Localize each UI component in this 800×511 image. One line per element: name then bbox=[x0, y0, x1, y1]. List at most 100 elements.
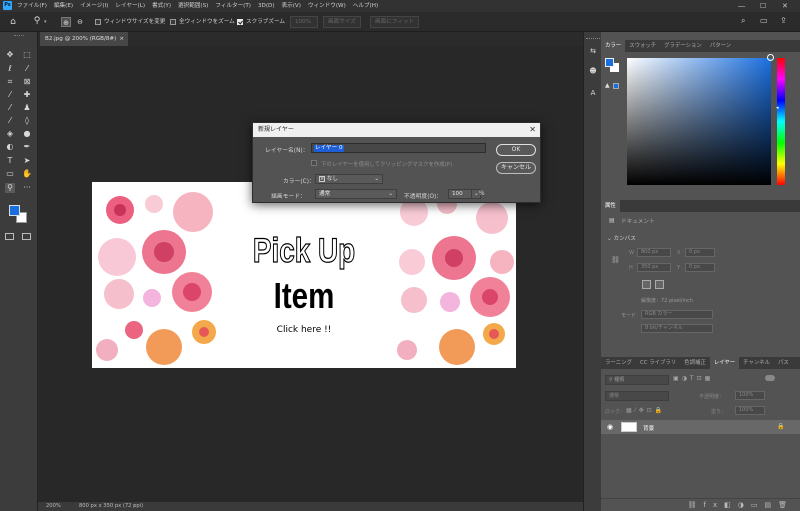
pen-tool-icon[interactable]: ✒ bbox=[22, 142, 32, 152]
lasso-tool-icon[interactable]: ℓ bbox=[5, 64, 15, 74]
color-panel-tab[interactable]: グラデーション bbox=[660, 40, 706, 52]
menu-item[interactable]: レイヤー(L) bbox=[115, 0, 145, 12]
layer-blend-mode-select[interactable]: 通常 bbox=[605, 391, 669, 401]
frame-tool-icon[interactable]: ⊠ bbox=[22, 77, 32, 87]
y-field[interactable]: 0 px bbox=[685, 263, 715, 272]
layers-panel-tab[interactable]: パス bbox=[774, 357, 793, 369]
zoom-tool-active-icon[interactable]: ⚲ bbox=[5, 183, 15, 193]
home-icon[interactable]: ⌂ bbox=[8, 17, 18, 27]
history-panel-icon[interactable]: ⇆ bbox=[588, 46, 598, 56]
hue-slider[interactable] bbox=[777, 58, 785, 185]
close-icon[interactable]: ✕ bbox=[782, 0, 788, 12]
character-panel-icon[interactable]: ☻ bbox=[588, 66, 598, 76]
hand-tool-icon[interactable]: ✋ bbox=[22, 169, 32, 179]
ok-button[interactable]: OK bbox=[496, 144, 536, 156]
color-panel-tab[interactable]: パターン bbox=[706, 40, 735, 52]
blur-tool-icon[interactable]: ● bbox=[22, 129, 32, 139]
orientation-portrait-icon[interactable] bbox=[642, 280, 651, 289]
menu-item[interactable]: 書式(Y) bbox=[152, 0, 171, 12]
workspace-icon[interactable]: ▭ bbox=[760, 16, 768, 25]
fit-screen-button[interactable]: 画面サイズ bbox=[323, 16, 361, 28]
menu-item[interactable]: 編集(E) bbox=[54, 0, 73, 12]
dialog-close-icon[interactable]: ✕ bbox=[529, 123, 536, 137]
crop-tool-icon[interactable]: ⌗ bbox=[5, 77, 15, 87]
height-field[interactable]: 350 px bbox=[637, 263, 671, 272]
quick-mask-icon[interactable] bbox=[5, 233, 14, 240]
layer-row[interactable]: ◉ 背景 🔒 bbox=[601, 420, 800, 434]
menu-item[interactable]: ヘルプ(H) bbox=[353, 0, 378, 12]
layer-actions-bar[interactable]: ⛓fx◧◑▭▤🗑 bbox=[601, 498, 800, 511]
healing-brush-icon[interactable]: ✚ bbox=[22, 90, 32, 100]
lock-icons[interactable]: ▦⁄✥⊡🔒 bbox=[626, 407, 665, 414]
zoom-in-icon[interactable]: ⊕ bbox=[61, 17, 71, 27]
color-select[interactable]: × なし ⌄ bbox=[315, 174, 383, 184]
type-tool-icon[interactable]: T bbox=[5, 156, 15, 166]
menu-item[interactable]: フィルター(T) bbox=[215, 0, 251, 12]
foreground-color-swatch[interactable] bbox=[9, 205, 20, 216]
paint-bucket-icon[interactable]: ◈ bbox=[5, 129, 15, 139]
zoom-all-checkbox[interactable] bbox=[170, 19, 176, 25]
paragraph-panel-icon[interactable]: A bbox=[588, 88, 598, 98]
fg-color-chip[interactable] bbox=[605, 58, 614, 67]
magic-wand-icon[interactable]: ⁄ bbox=[22, 64, 32, 74]
menu-item[interactable]: ウィンドウ(W) bbox=[308, 0, 346, 12]
path-selection-icon[interactable]: ➤ bbox=[22, 156, 32, 166]
layer-filter-icons[interactable]: ▣◑T⊡▦ bbox=[673, 375, 713, 382]
layer-opacity-field[interactable]: 100% bbox=[735, 391, 765, 400]
marquee-tool-icon[interactable]: ⬚ bbox=[22, 50, 32, 60]
orientation-landscape-icon[interactable] bbox=[655, 280, 664, 289]
layer-name-input[interactable]: レイヤー 0 bbox=[311, 143, 486, 153]
link-icon[interactable]: ⛓ bbox=[611, 256, 620, 264]
maximize-icon[interactable]: ☐ bbox=[760, 0, 766, 12]
layers-panel-tab[interactable]: チャンネル bbox=[739, 357, 774, 369]
hue-slider-handle[interactable]: ◂ bbox=[776, 105, 779, 111]
move-tool-icon[interactable]: ✥ bbox=[5, 50, 15, 60]
layer-filter-select[interactable]: ⚲ 種類 bbox=[605, 375, 669, 385]
chevron-right-icon[interactable]: › bbox=[133, 502, 135, 511]
x-field[interactable]: 0 px bbox=[685, 248, 715, 257]
brush-tool-icon[interactable]: ⁄ bbox=[5, 103, 15, 113]
web-color-chip[interactable] bbox=[613, 83, 619, 89]
layers-panel-tab[interactable]: 色調補正 bbox=[680, 357, 710, 369]
menu-item[interactable]: 選択範囲(S) bbox=[178, 0, 208, 12]
eraser-tool-icon[interactable]: ◊ bbox=[22, 116, 32, 126]
menu-item[interactable]: イメージ(I) bbox=[80, 0, 108, 12]
share-icon[interactable]: ⇪ bbox=[780, 16, 787, 25]
layers-panel-tab[interactable]: CC ライブラリ bbox=[636, 357, 680, 369]
menu-item[interactable]: 表示(V) bbox=[282, 0, 301, 12]
cancel-button[interactable]: キャンセル bbox=[496, 162, 536, 174]
minimize-icon[interactable]: ― bbox=[738, 0, 745, 12]
tab-properties[interactable]: 属性 bbox=[601, 200, 620, 212]
color-picker-field[interactable] bbox=[627, 58, 771, 185]
menu-item[interactable]: ファイル(F) bbox=[17, 0, 47, 12]
fill-screen-button[interactable]: 画面にフィット bbox=[370, 16, 420, 28]
color-mode-select[interactable]: RGB カラー bbox=[641, 310, 713, 319]
tab-close-icon[interactable]: × bbox=[119, 32, 124, 46]
stamp-tool-icon[interactable]: ♟ bbox=[22, 103, 32, 113]
chevron-down-icon[interactable]: ▾ bbox=[44, 19, 47, 25]
zoom-100-button[interactable]: 100% bbox=[290, 16, 318, 28]
search-icon[interactable]: ⌕ bbox=[741, 16, 745, 26]
dodge-tool-icon[interactable]: ◐ bbox=[5, 142, 15, 152]
bit-depth-select[interactable]: 8 bit/チャンネル bbox=[641, 324, 713, 333]
visibility-eye-icon[interactable]: ◉ bbox=[607, 423, 613, 431]
rectangle-tool-icon[interactable]: ▭ bbox=[5, 169, 15, 179]
scrubby-zoom-checkbox[interactable] bbox=[237, 19, 243, 25]
layer-fill-field[interactable]: 100% bbox=[735, 406, 765, 415]
blend-mode-select[interactable]: 通常 ⌄ bbox=[315, 189, 397, 199]
filter-toggle[interactable] bbox=[765, 375, 775, 381]
menu-item[interactable]: 3D(D) bbox=[258, 0, 275, 12]
more-tools-icon[interactable]: ··· bbox=[22, 183, 32, 193]
document-tab[interactable]: B2.jpg @ 200% (RGB/8#) × bbox=[40, 32, 128, 46]
eyedropper-icon[interactable]: ⁄ bbox=[5, 90, 15, 100]
color-panel-tab[interactable]: スウォッチ bbox=[625, 40, 660, 52]
width-field[interactable]: 800 px bbox=[637, 248, 671, 257]
screen-mode-icon[interactable] bbox=[22, 233, 31, 240]
resize-windows-checkbox[interactable] bbox=[95, 19, 101, 25]
layers-panel-tab[interactable]: レイヤー bbox=[709, 357, 740, 369]
history-brush-icon[interactable]: ⁄ bbox=[5, 116, 15, 126]
color-picker-cursor[interactable] bbox=[767, 54, 774, 61]
artboard[interactable]: Pick Up Item Click here !! bbox=[92, 182, 516, 368]
zoom-tool-icon[interactable]: ⚲ bbox=[32, 16, 42, 26]
clipping-mask-checkbox[interactable] bbox=[311, 160, 317, 166]
